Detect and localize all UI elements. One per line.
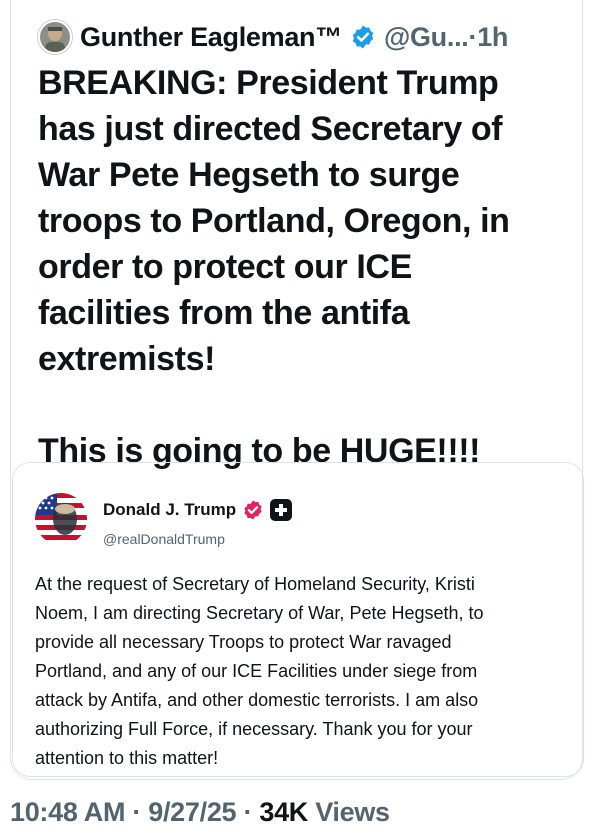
time-separator: · <box>468 21 478 52</box>
views-count: 34K <box>259 797 308 827</box>
quote-text-line: authorizing Full Force, if necessary. Th… <box>35 719 473 739</box>
tweet-text-line: troops to Portland, Oregon, in <box>38 202 510 240</box>
quote-text-line: At the request of Secretary of Homeland … <box>35 574 475 594</box>
quote-text-line: provide all necessary Troops to protect … <box>35 632 452 652</box>
meta-separator: · <box>125 797 149 827</box>
tweet-text-line: War Pete Hegseth to surge <box>38 156 460 194</box>
author-avatar[interactable] <box>38 20 72 54</box>
plus-badge-icon <box>270 499 293 521</box>
tweet-header: Gunther Eagleman™ @Gu...·1h <box>38 20 508 54</box>
quoted-post-card[interactable]: Donald J. Trump @realDonaldTrump At the … <box>12 462 584 777</box>
quote-text-line: Portland, and any of our ICE Facilities … <box>35 661 478 681</box>
quote-author-name[interactable]: Donald J. Trump <box>103 500 236 520</box>
quote-author-handle[interactable]: @realDonaldTrump <box>103 531 225 547</box>
tweet-time[interactable]: 1h <box>477 22 508 52</box>
tweet-text-line: has just directed Secretary of <box>38 110 503 148</box>
verified-badge-icon <box>350 24 376 50</box>
post-meta: 10:48 AM · 9/27/25 · 34K Views <box>10 797 390 828</box>
tweet-text-line: BREAKING: President Trump <box>38 64 499 102</box>
views-label: Views <box>308 797 390 827</box>
quote-text-line: attention to this matter! <box>35 748 219 768</box>
quote-text-line: attack by Antifa, and other domestic ter… <box>35 690 479 710</box>
post-time[interactable]: 10:48 AM <box>10 797 125 827</box>
quote-text-line: Noem, I am directing Secretary of War, P… <box>35 603 484 623</box>
quote-author-avatar[interactable] <box>35 493 87 545</box>
tweet-text-line: extremists! <box>38 340 216 378</box>
tweet-text-line: order to protect our ICE <box>38 248 412 286</box>
quote-body: At the request of Secretary of Homeland … <box>35 570 575 773</box>
tweet-text-line: facilities from the antifa <box>38 294 410 332</box>
tweet-body: BREAKING: President Trump has just direc… <box>38 60 578 474</box>
author-name[interactable]: Gunther Eagleman™ <box>80 22 342 53</box>
quote-author-row: Donald J. Trump <box>103 499 293 521</box>
meta-separator: · <box>236 797 260 827</box>
author-handle[interactable]: @Gu...·1h <box>384 22 508 53</box>
handle-text[interactable]: @Gu... <box>384 22 469 52</box>
pink-verified-badge-icon <box>242 499 264 521</box>
post-date[interactable]: 9/27/25 <box>148 797 236 827</box>
